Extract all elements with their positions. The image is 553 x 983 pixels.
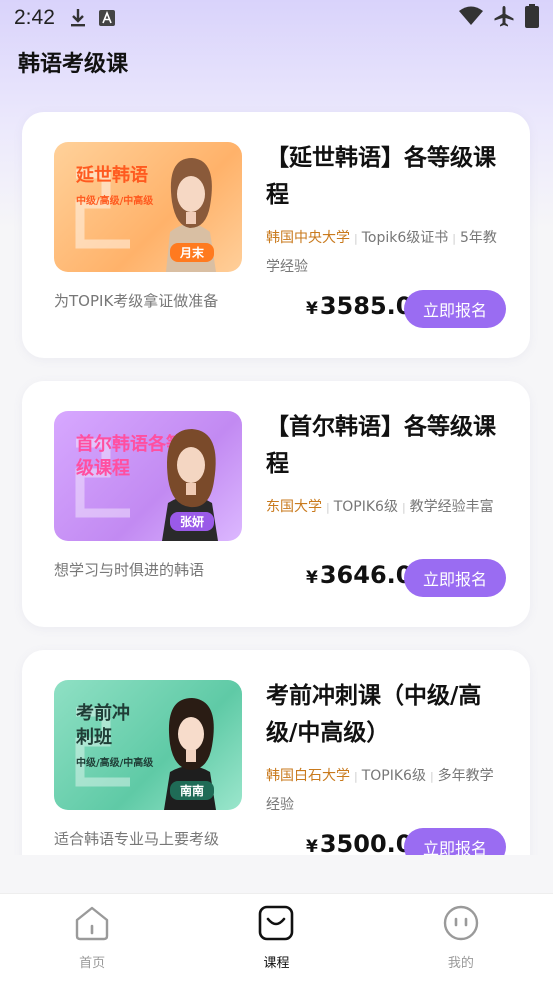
course-price: ¥3500.0: [306, 830, 412, 855]
tab-profile[interactable]: 我的: [369, 894, 553, 983]
teacher-name-badge: 南南: [169, 781, 214, 800]
thumbnail-subtitle: 中级/高级/中高级: [76, 196, 154, 207]
tab-label: 首页: [79, 956, 106, 971]
course-subtitle: 为TOPIK考级拿证做准备: [54, 292, 219, 310]
course-card[interactable]: 首尔韩语各等级课程 张妍 【首尔韩语】各等级课程 东国大学 | TOPIK6级 | 教学…: [22, 381, 530, 627]
course-title[interactable]: 考前冲刺课（中级/高级/中高级）: [266, 678, 512, 752]
course-title[interactable]: 【延世韩语】各等级课程: [266, 140, 512, 214]
course-tags: 东国大学 | TOPIK6级 | 教学经验丰富: [266, 493, 506, 522]
status-bar: 2:42: [0, 0, 553, 36]
airplane-icon: [493, 5, 515, 32]
thumbnail-subtitle: 中级/高级/中高级: [76, 758, 154, 769]
wifi-icon: [459, 6, 483, 31]
certificate-tag: Topik6级证书: [361, 230, 449, 246]
teacher-name-badge: 月末: [169, 243, 214, 262]
tag-separator: |: [326, 501, 330, 514]
course-tags: 韩国中央大学 | Topik6级证书 | 5年教学经验: [266, 224, 506, 282]
enroll-button[interactable]: 立即报名: [404, 559, 506, 597]
tab-courses[interactable]: 课程: [184, 894, 368, 983]
course-subtitle: 适合韩语专业马上要考级: [54, 830, 220, 848]
school-tag: 韩国白石大学: [266, 768, 350, 784]
battery-icon: [525, 3, 539, 33]
tab-label: 课程: [263, 956, 290, 971]
price-value: 3500.0: [319, 830, 413, 855]
tag-separator: |: [354, 232, 358, 245]
price-value: 3585.0: [319, 292, 413, 320]
course-subtitle: 想学习与时俱进的韩语: [54, 561, 205, 579]
teacher-name-badge: 张妍: [169, 512, 214, 531]
course-card[interactable]: 考前冲刺班 中级/高级/中高级 南南 考前冲刺课（中级/高级/中高级） 韩国白石…: [22, 650, 530, 855]
tag-separator: |: [429, 770, 434, 783]
experience-tag: 教学经验丰富: [409, 499, 494, 515]
enroll-button[interactable]: 立即报名: [404, 290, 506, 328]
certificate-tag: TOPIK6级: [333, 499, 398, 515]
course-tags: 韩国白石大学 | TOPIK6级 | 多年教学经验: [266, 762, 506, 820]
course-thumbnail[interactable]: 考前冲刺班 中级/高级/中高级 南南: [54, 680, 242, 810]
course-price: ¥3585.0: [306, 292, 412, 320]
currency-symbol: ¥: [306, 299, 318, 319]
tag-separator: |: [354, 770, 358, 783]
tab-label: 我的: [447, 956, 474, 971]
certificate-tag: TOPIK6级: [361, 768, 426, 784]
tab-home[interactable]: 首页: [0, 894, 184, 983]
currency-symbol: ¥: [306, 568, 318, 588]
tag-separator: |: [401, 501, 406, 514]
school-tag: 韩国中央大学: [266, 230, 350, 246]
course-icon: [257, 904, 295, 946]
page-title: 韩语考级课: [18, 52, 129, 77]
thumbnail-title: 延世韩语: [76, 165, 148, 186]
currency-symbol: ¥: [306, 837, 318, 855]
course-thumbnail[interactable]: 首尔韩语各等级课程 张妍: [54, 411, 242, 541]
course-thumbnail[interactable]: 延世韩语 中级/高级/中高级 月末: [54, 142, 242, 272]
profile-face-icon: [442, 904, 480, 946]
course-title[interactable]: 【首尔韩语】各等级课程: [266, 409, 512, 483]
school-tag: 东国大学: [266, 499, 322, 515]
course-list[interactable]: 延世韩语 中级/高级/中高级 月末 【延世韩语】各等级课程 韩国中央大学 | Top…: [0, 100, 553, 855]
course-price: ¥3646.0: [306, 561, 412, 589]
download-icon: [69, 8, 87, 28]
thumbnail-title: 考前冲刺班: [76, 703, 130, 748]
course-card[interactable]: 延世韩语 中级/高级/中高级 月末 【延世韩语】各等级课程 韩国中央大学 | Top…: [22, 112, 530, 358]
price-value: 3646.0: [319, 561, 413, 589]
status-time: 2:42: [14, 6, 55, 29]
tag-separator: |: [452, 232, 456, 245]
enroll-button[interactable]: 立即报名: [404, 828, 506, 855]
a-badge-icon: [98, 10, 115, 26]
home-icon: [73, 904, 111, 946]
bottom-tab-bar: 首页 课程 我的: [0, 893, 553, 983]
